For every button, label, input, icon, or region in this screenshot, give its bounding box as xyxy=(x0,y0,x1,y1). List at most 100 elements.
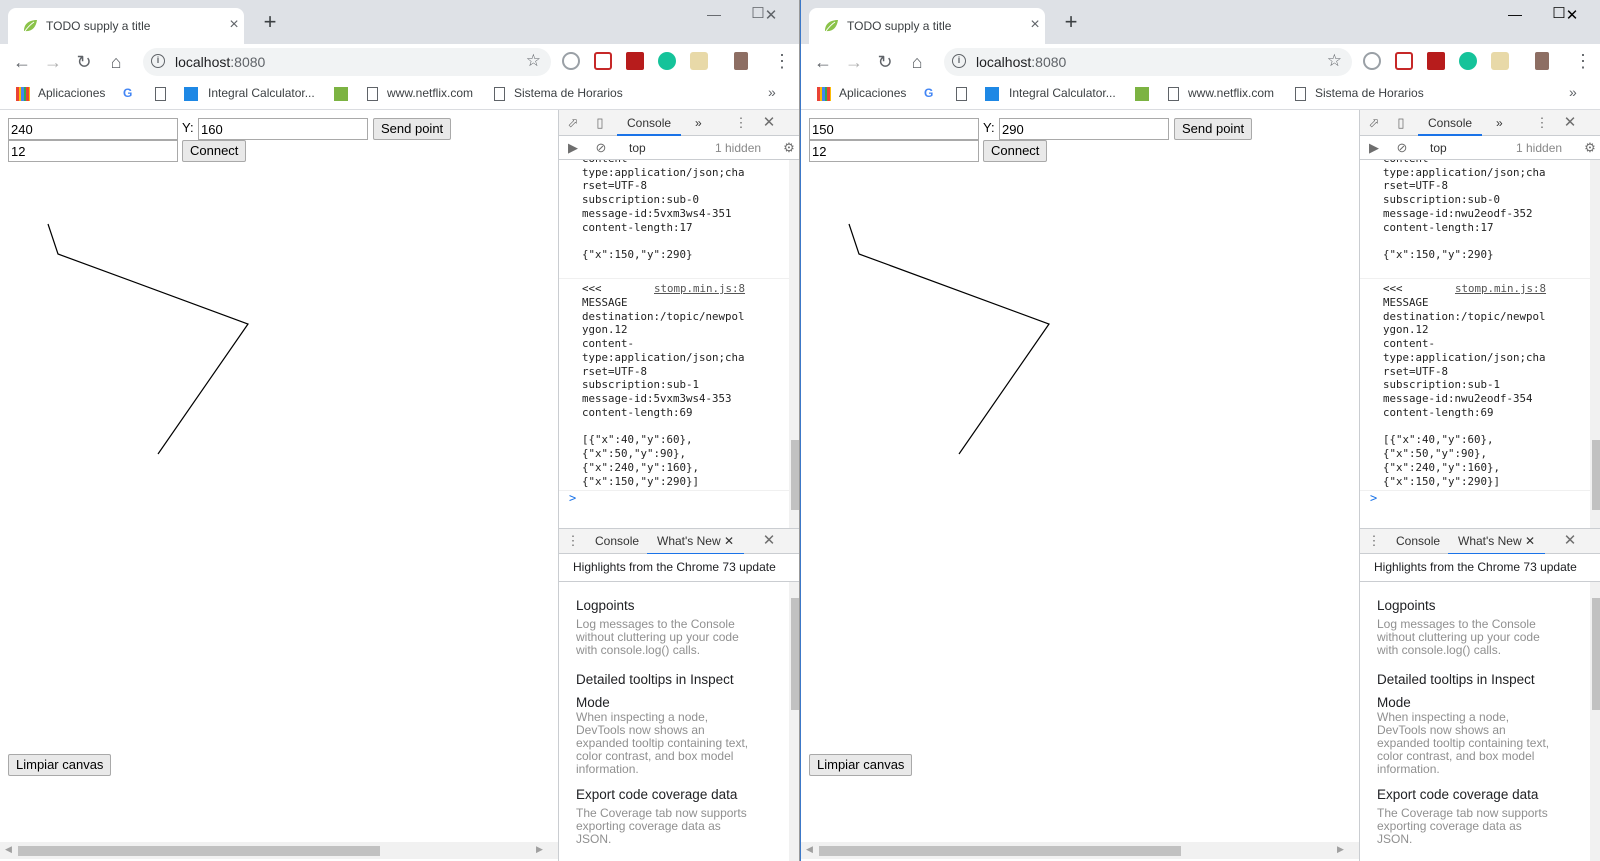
bookmark-star-icon[interactable]: ☆ xyxy=(1327,51,1342,71)
scrollbar-thumb[interactable] xyxy=(819,846,1181,856)
clear-canvas-button[interactable]: Limpiar canvas xyxy=(8,754,112,776)
home-icon[interactable]: ⌂ xyxy=(104,50,128,74)
devtools-menu-icon[interactable]: ⋮ xyxy=(1534,115,1550,131)
pdf-extension-icon[interactable] xyxy=(626,52,644,70)
bookmark-apps[interactable]: Aplicaciones xyxy=(839,86,906,100)
scroll-left-icon[interactable]: ◀ xyxy=(806,844,813,855)
bookmark-horarios[interactable]: Sistema de Horarios xyxy=(1315,86,1424,100)
google-icon[interactable]: G xyxy=(123,86,132,100)
bookmark-netflix[interactable]: www.netflix.com xyxy=(387,86,473,100)
tab-close-icon[interactable]: × xyxy=(1027,16,1043,34)
x-input[interactable] xyxy=(8,118,178,140)
forward-arrow-icon[interactable]: → xyxy=(41,50,65,74)
polygon-id-input[interactable] xyxy=(8,140,178,162)
reload-icon[interactable]: ↻ xyxy=(873,50,897,74)
profile-avatar[interactable] xyxy=(734,52,748,70)
scrollbar-thumb[interactable] xyxy=(18,846,380,856)
reload-icon[interactable]: ↻ xyxy=(72,50,96,74)
devtools-close-icon[interactable]: ✕ xyxy=(761,115,777,131)
pdf-extension-icon[interactable] xyxy=(1427,52,1445,70)
scroll-right-icon[interactable]: ▶ xyxy=(536,844,543,855)
device-toolbar-icon[interactable]: ▯ xyxy=(1393,115,1409,131)
send-point-button[interactable]: Send point xyxy=(373,118,452,140)
browser-tab[interactable]: TODO supply a title × xyxy=(8,8,244,44)
new-tab-button[interactable]: + xyxy=(258,11,282,33)
bookmark-integral-calculator[interactable]: Integral Calculator... xyxy=(1009,86,1116,100)
drawer-tab-console[interactable]: Console xyxy=(585,529,649,555)
connect-button[interactable]: Connect xyxy=(182,140,247,162)
scrollbar-thumb[interactable] xyxy=(1592,598,1600,710)
drawer-menu-icon[interactable]: ⋮ xyxy=(1366,533,1382,549)
grammarly-extension-icon[interactable] xyxy=(1459,52,1477,70)
drawer-close-icon[interactable]: ✕ xyxy=(761,533,777,549)
close-tab-icon[interactable]: ✕ xyxy=(1525,534,1535,548)
bookmark-horarios[interactable]: Sistema de Horarios xyxy=(514,86,623,100)
devtools-close-icon[interactable]: ✕ xyxy=(1562,115,1578,131)
settings-gear-icon[interactable]: ⚙ xyxy=(781,140,797,156)
info-icon[interactable]: i xyxy=(952,54,966,68)
device-toolbar-icon[interactable]: ▯ xyxy=(592,115,608,131)
horizontal-scrollbar[interactable]: ◀ ▶ xyxy=(801,842,1359,859)
context-selector[interactable]: top xyxy=(629,141,646,155)
whatsnew-scrollbar[interactable] xyxy=(1590,582,1600,861)
more-tabs-icon[interactable]: » xyxy=(685,110,712,136)
browser-tab[interactable]: TODO supply a title × xyxy=(809,8,1045,44)
more-bookmarks-icon[interactable]: » xyxy=(1569,84,1577,100)
sidebar-toggle-icon[interactable]: ▶ xyxy=(1366,140,1382,156)
whatsnew-scrollbar[interactable] xyxy=(789,582,799,861)
horizontal-scrollbar[interactable]: ◀ ▶ xyxy=(0,842,558,859)
connect-button[interactable]: Connect xyxy=(983,140,1048,162)
console-prompt[interactable]: > xyxy=(569,491,576,506)
inspect-element-icon[interactable]: ⬀ xyxy=(1366,115,1382,131)
back-arrow-icon[interactable]: ← xyxy=(10,50,34,74)
clear-console-icon[interactable]: ⊘ xyxy=(593,140,609,156)
browser-menu-icon[interactable]: ⋮ xyxy=(773,50,791,72)
tab-console[interactable]: Console xyxy=(617,110,682,136)
bookmark-netflix[interactable]: www.netflix.com xyxy=(1188,86,1274,100)
drawer-tab-whatsnew[interactable]: What's New ✕ xyxy=(1448,529,1546,555)
browser-menu-icon[interactable]: ⋮ xyxy=(1574,50,1592,72)
drawing-canvas[interactable] xyxy=(0,164,558,764)
polygon-id-input[interactable] xyxy=(809,140,979,162)
scrollbar-thumb[interactable] xyxy=(1592,440,1600,510)
info-icon[interactable]: i xyxy=(151,54,165,68)
x-input[interactable] xyxy=(809,118,979,140)
google-icon[interactable]: G xyxy=(924,86,933,100)
green-site-icon[interactable] xyxy=(1135,87,1149,101)
more-tabs-icon[interactable]: » xyxy=(1486,110,1513,136)
inspect-element-icon[interactable]: ⬀ xyxy=(565,115,581,131)
grammarly-extension-icon[interactable] xyxy=(658,52,676,70)
drawer-close-icon[interactable]: ✕ xyxy=(1562,533,1578,549)
sidebar-toggle-icon[interactable]: ▶ xyxy=(565,140,581,156)
shield-extension-icon[interactable] xyxy=(1395,52,1413,70)
page-icon[interactable] xyxy=(155,87,166,101)
clear-console-icon[interactable]: ⊘ xyxy=(1394,140,1410,156)
skype-extension-icon[interactable] xyxy=(1363,52,1381,70)
page-icon[interactable] xyxy=(956,87,967,101)
green-site-icon[interactable] xyxy=(334,87,348,101)
close-tab-icon[interactable]: ✕ xyxy=(724,534,734,548)
drawer-tab-whatsnew[interactable]: What's New ✕ xyxy=(647,529,745,555)
address-bar[interactable]: i localhost:8080 ☆ xyxy=(143,48,551,76)
skype-extension-icon[interactable] xyxy=(562,52,580,70)
y-input[interactable] xyxy=(999,118,1169,140)
minimize-button[interactable]: — xyxy=(692,6,736,26)
more-bookmarks-icon[interactable]: » xyxy=(768,84,776,100)
clear-canvas-button[interactable]: Limpiar canvas xyxy=(809,754,913,776)
address-bar[interactable]: i localhost:8080 ☆ xyxy=(944,48,1352,76)
source-link[interactable]: stomp.min.js:8 xyxy=(1455,282,1546,296)
drawer-tab-console[interactable]: Console xyxy=(1386,529,1450,555)
scrollbar-thumb[interactable] xyxy=(791,598,799,710)
lock-extension-icon[interactable] xyxy=(690,52,708,70)
scroll-left-icon[interactable]: ◀ xyxy=(5,844,12,855)
profile-avatar[interactable] xyxy=(1535,52,1549,70)
new-tab-button[interactable]: + xyxy=(1059,11,1083,33)
context-selector[interactable]: top xyxy=(1430,141,1447,155)
forward-arrow-icon[interactable]: → xyxy=(842,50,866,74)
shield-extension-icon[interactable] xyxy=(594,52,612,70)
settings-gear-icon[interactable]: ⚙ xyxy=(1582,140,1598,156)
drawing-canvas[interactable] xyxy=(801,164,1359,764)
scrollbar-thumb[interactable] xyxy=(791,440,799,510)
source-link[interactable]: stomp.min.js:8 xyxy=(654,282,745,296)
console-prompt[interactable]: > xyxy=(1370,491,1377,506)
